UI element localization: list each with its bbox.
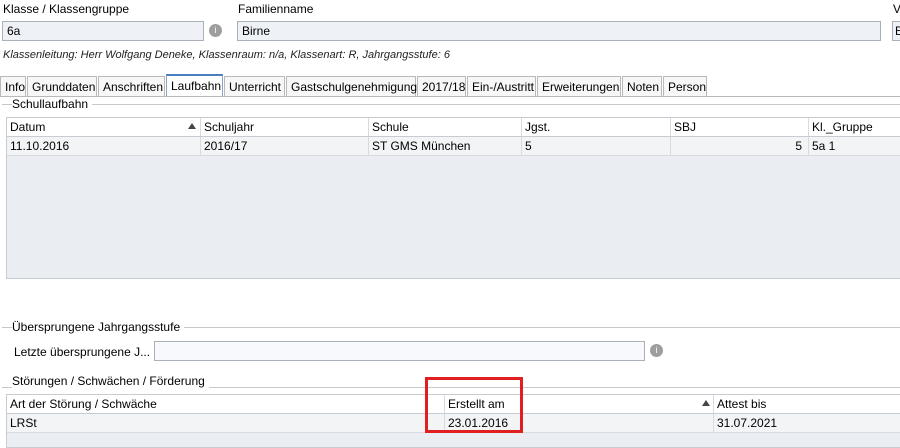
col-kl-gruppe[interactable]: Kl._Gruppe xyxy=(808,118,900,136)
tab-gastschulgenehmigung[interactable]: Gastschulgenehmigung xyxy=(286,76,417,96)
tab-info[interactable]: Info xyxy=(0,76,26,96)
letzte-uebersprungene-label: Letzte übersprungene J... xyxy=(14,345,151,359)
sort-ascending-icon[interactable] xyxy=(702,400,710,406)
cell-jgst: 5 xyxy=(521,137,670,155)
tab-anschriften[interactable]: Anschriften xyxy=(98,76,165,96)
klasse-label: Klasse / Klassengruppe xyxy=(3,2,130,16)
tab-unterricht[interactable]: Unterricht xyxy=(224,76,285,96)
klasse-input[interactable]: 6a xyxy=(2,21,204,41)
table-row[interactable]: 11.10.2016 2016/17 ST GMS München 5 5 5a… xyxy=(7,137,900,156)
cell-schule: ST GMS München xyxy=(368,137,521,155)
cell-attest-bis: 31.07.2021 xyxy=(713,414,900,432)
stoerungen-title: Störungen / Schwächen / Förderung xyxy=(12,374,209,388)
schullaufbahn-grid[interactable]: Datum Schuljahr Schule Jgst. SBJ Kl._Gru… xyxy=(6,117,900,279)
familienname-label: Familienname xyxy=(238,2,314,16)
tab-erweiterungen[interactable]: Erweiterungen xyxy=(537,76,621,96)
truncated-input[interactable]: E xyxy=(892,21,900,41)
schullaufbahn-title: Schullaufbahn xyxy=(12,97,93,111)
klassen-info-text: Klassenleitung: Herr Wolfgang Deneke, Kl… xyxy=(3,49,450,61)
col-schule[interactable]: Schule xyxy=(368,118,521,136)
cell-datum: 11.10.2016 xyxy=(10,139,70,153)
col-attest-bis[interactable]: Attest bis xyxy=(713,395,900,413)
tab-person[interactable]: Person xyxy=(663,76,707,96)
sort-ascending-icon[interactable] xyxy=(188,123,196,129)
tab-laufbahn[interactable]: Laufbahn xyxy=(166,74,223,97)
col-sbj[interactable]: SBJ xyxy=(670,118,808,136)
tab-ein-austritt[interactable]: Ein-/Austritt xyxy=(467,76,536,96)
familienname-input[interactable]: Birne xyxy=(237,21,881,41)
grid-header: Datum Schuljahr Schule Jgst. SBJ Kl._Gru… xyxy=(7,118,900,137)
cell-art: LRSt xyxy=(10,416,37,430)
cell-kl-gruppe: 5a 1 xyxy=(808,137,900,155)
schullaufbahn-line xyxy=(2,104,900,105)
uebersprungen-title: Übersprungene Jahrgangsstufe xyxy=(12,320,185,334)
cell-schuljahr: 2016/17 xyxy=(200,137,368,155)
tab-2017-18[interactable]: 2017/18 xyxy=(417,76,466,96)
cell-sbj: 5 xyxy=(670,137,808,155)
tab-divider xyxy=(0,96,900,97)
col-datum[interactable]: Datum xyxy=(7,118,200,136)
letzte-uebersprungene-input[interactable] xyxy=(154,341,645,361)
highlight-box xyxy=(425,377,523,433)
tab-grunddaten[interactable]: Grunddaten xyxy=(27,76,97,96)
truncated-label: V xyxy=(893,2,900,16)
col-schuljahr[interactable]: Schuljahr xyxy=(200,118,368,136)
tab-noten[interactable]: Noten xyxy=(622,76,662,96)
info-dot-icon[interactable]: i xyxy=(650,344,663,357)
info-dot-icon[interactable]: i xyxy=(209,24,222,37)
col-art-der-stoerung[interactable]: Art der Störung / Schwäche xyxy=(7,395,444,413)
col-jgst[interactable]: Jgst. xyxy=(521,118,670,136)
